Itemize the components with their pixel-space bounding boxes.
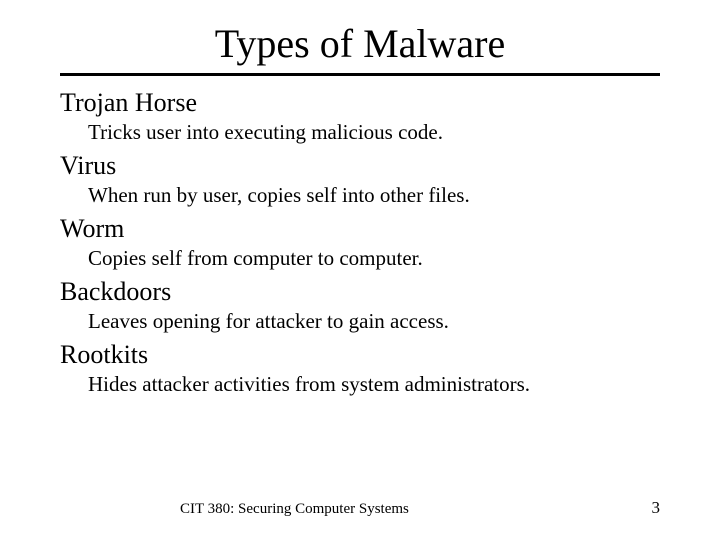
definition: Leaves opening for attacker to gain acce… [88, 309, 660, 334]
footer-page-number: 3 [652, 498, 661, 518]
footer-course-label: CIT 380: Securing Computer Systems [180, 501, 409, 518]
content-list: Trojan Horse Tricks user into executing … [60, 88, 660, 397]
title-divider [60, 73, 660, 76]
term: Rootkits [60, 340, 660, 370]
definition: Tricks user into executing malicious cod… [88, 120, 660, 145]
term: Backdoors [60, 277, 660, 307]
term: Worm [60, 214, 660, 244]
definition: Copies self from computer to computer. [88, 246, 660, 271]
term: Virus [60, 151, 660, 181]
definition: When run by user, copies self into other… [88, 183, 660, 208]
slide-title: Types of Malware [60, 20, 660, 67]
definition: Hides attacker activities from system ad… [88, 372, 660, 397]
slide-footer: CIT 380: Securing Computer Systems 3 [0, 498, 720, 518]
term: Trojan Horse [60, 88, 660, 118]
